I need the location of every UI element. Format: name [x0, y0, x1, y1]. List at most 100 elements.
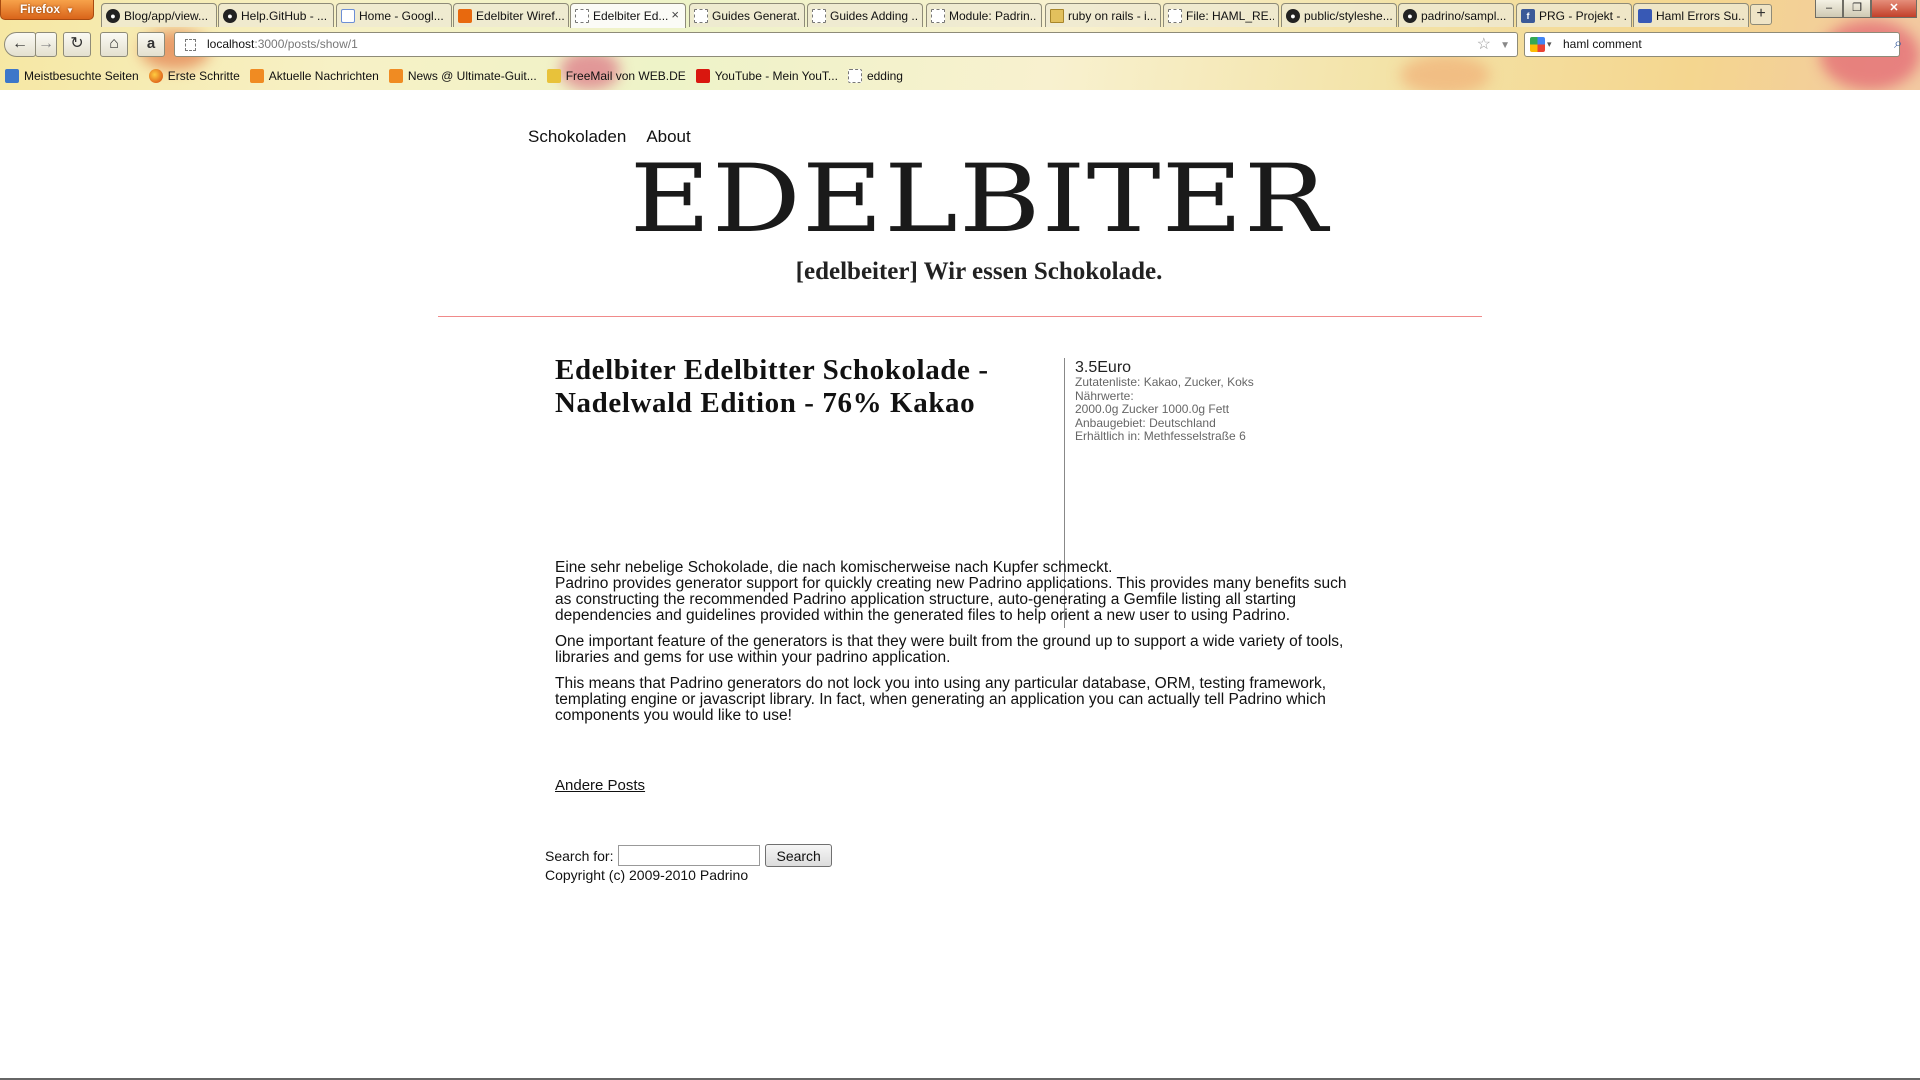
- bookmark-label: Aktuelle Nachrichten: [268, 69, 379, 83]
- copyright: Copyright (c) 2009-2010 Padrino: [545, 867, 749, 883]
- tab-active[interactable]: Edelbiter Ed... ×: [570, 3, 686, 28]
- tab[interactable]: File: HAML_RE...: [1163, 3, 1279, 27]
- github-icon: ●: [106, 8, 120, 23]
- forward-button[interactable]: →: [35, 32, 57, 57]
- page-identity-icon: [185, 39, 196, 51]
- back-arrow-icon: ←: [12, 35, 28, 52]
- haml-icon: [1638, 8, 1652, 23]
- tab[interactable]: ● Blog/app/view...: [101, 3, 217, 27]
- google-icon[interactable]: [1530, 37, 1545, 52]
- navigation-toolbar: ← → ↻ ⌂ a localhost:3000/posts/show/1 ☆ …: [0, 28, 1920, 62]
- facebook-icon: f: [1521, 8, 1535, 23]
- amazon-button[interactable]: a: [137, 32, 165, 57]
- tab[interactable]: ● Help.GitHub - ...: [218, 3, 334, 27]
- tab[interactable]: Home - Googl...: [336, 3, 452, 27]
- tab-label: Help.GitHub - ...: [241, 8, 328, 23]
- home-button[interactable]: ⌂: [100, 32, 128, 57]
- site-search-form: Search for: Search: [545, 844, 832, 867]
- window-close-button[interactable]: ✕: [1871, 0, 1917, 18]
- post-origin: Anbaugebiet: Deutschland: [1075, 415, 1216, 430]
- bookmarks-toolbar: Meistbesuchte Seiten Erste Schritte Aktu…: [0, 62, 1920, 90]
- tab-label: Module: Padrin...: [949, 8, 1037, 23]
- post-title: Edelbiter Edelbitter Schokolade - Nadelw…: [555, 354, 989, 419]
- chevron-down-icon[interactable]: ▾: [1547, 33, 1552, 56]
- nav-link-about[interactable]: About: [646, 127, 690, 146]
- github-icon: ●: [1403, 8, 1417, 23]
- close-icon[interactable]: ×: [671, 7, 679, 22]
- tab[interactable]: Module: Padrin...: [926, 3, 1042, 27]
- tab-label: PRG - Projekt - ...: [1539, 8, 1627, 23]
- tab-label: Haml Errors Su...: [1656, 8, 1744, 23]
- tab[interactable]: Guides Generat...: [689, 3, 805, 27]
- back-button[interactable]: ←: [4, 32, 36, 57]
- orange-page-icon: [458, 8, 472, 23]
- firefox-menu-label: Firefox: [20, 2, 61, 16]
- post-paragraph: One important feature of the generators …: [555, 633, 1344, 666]
- reload-icon: ↻: [70, 35, 84, 52]
- bookmark-item[interactable]: FreeMail von WEB.DE: [546, 69, 686, 83]
- nav-link-schokoladen[interactable]: Schokoladen: [528, 127, 626, 146]
- bookmark-star-icon[interactable]: ☆: [1477, 33, 1491, 56]
- post-body: Eine sehr nebelige Schokolade, die nach …: [555, 560, 1355, 734]
- chevron-down-icon[interactable]: ▼: [1500, 34, 1510, 57]
- bookmark-item[interactable]: Meistbesuchte Seiten: [5, 69, 139, 83]
- new-tab-button[interactable]: +: [1750, 4, 1772, 25]
- maximize-button[interactable]: ❐: [1843, 0, 1871, 18]
- blank-page-icon: [1168, 8, 1182, 23]
- page-content: Schokoladen About EDELBITER [edelbeiter] …: [0, 90, 1920, 1080]
- bookmark-label: Meistbesuchte Seiten: [24, 69, 139, 83]
- url-path: :3000/posts/show/1: [254, 37, 358, 51]
- folder-icon: [1050, 8, 1064, 23]
- tab-label: ruby on rails - i...: [1068, 8, 1156, 23]
- tab-label: public/styleshe...: [1304, 8, 1392, 23]
- blank-page-icon: [694, 8, 708, 23]
- tab[interactable]: Edelbiter Wiref...: [453, 3, 569, 27]
- post-paragraph: This means that Padrino generators do no…: [555, 675, 1327, 724]
- tab[interactable]: Guides Adding ...: [807, 3, 923, 27]
- search-input[interactable]: [618, 845, 761, 866]
- magnifier-icon[interactable]: ⌕: [1894, 35, 1902, 52]
- home-icon: ⌂: [109, 35, 119, 52]
- post-ingredients: Zutatenliste: Kakao, Zucker, Koks: [1075, 375, 1254, 389]
- firefox-menu-button[interactable]: Firefox ▼: [0, 0, 94, 20]
- url-bar[interactable]: localhost:3000/posts/show/1 ☆ ▼: [174, 32, 1518, 57]
- blank-page-icon: [575, 9, 589, 23]
- site-tagline: [edelbeiter] Wir essen Schokolade.: [795, 258, 1163, 285]
- bookmark-item[interactable]: News @ Ultimate-Guit...: [388, 69, 537, 83]
- bookmark-item[interactable]: Erste Schritte: [148, 69, 240, 83]
- bookmark-label: News @ Ultimate-Guit...: [407, 69, 537, 83]
- minimize-button[interactable]: –: [1815, 0, 1843, 18]
- tab[interactable]: ruby on rails - i...: [1045, 3, 1161, 27]
- bookmark-folder-icon: [5, 69, 19, 83]
- post-nutrition-values: 2000.0g Zucker 1000.0g Fett: [1075, 402, 1230, 416]
- chevron-down-icon: ▼: [66, 6, 74, 15]
- amazon-icon: a: [146, 35, 156, 52]
- tab[interactable]: ● padrino/sampl...: [1398, 3, 1514, 27]
- tab[interactable]: ● public/styleshe...: [1281, 3, 1397, 27]
- search-query: haml comment: [1563, 37, 1642, 51]
- tab-label: Guides Generat...: [712, 8, 800, 23]
- bookmark-item[interactable]: edding: [847, 69, 903, 83]
- blank-page-icon: [812, 8, 826, 23]
- header-divider: [438, 316, 1482, 317]
- firefox-icon: [148, 69, 163, 83]
- github-icon: ●: [223, 8, 237, 23]
- tab-label: File: HAML_RE...: [1186, 8, 1274, 23]
- blank-page-icon: [931, 8, 945, 23]
- bookmark-item[interactable]: Aktuelle Nachrichten: [249, 69, 379, 83]
- browser-chrome: Firefox ▼ ● Blog/app/view... ● Help.GitHub …: [0, 0, 1920, 90]
- tab[interactable]: f PRG - Projekt - ...: [1516, 3, 1632, 27]
- other-posts-link[interactable]: Andere Posts: [555, 777, 645, 794]
- post-paragraph: Eine sehr nebelige Schokolade, die nach …: [555, 559, 1113, 576]
- tab-label: Blog/app/view...: [124, 8, 209, 23]
- search-bar[interactable]: ▾ haml comment: [1524, 32, 1900, 57]
- url-host: localhost: [207, 37, 255, 51]
- tab[interactable]: Haml Errors Su...: [1633, 3, 1749, 27]
- youtube-icon: [695, 69, 710, 83]
- post-meta: 3.5Euro Zutatenliste: Kakao, Zucker, Kok…: [1075, 359, 1254, 444]
- bookmark-item[interactable]: YouTube - Mein YouT...: [695, 69, 838, 83]
- search-button[interactable]: Search: [765, 844, 832, 867]
- tab-bar: Firefox ▼ ● Blog/app/view... ● Help.GitHub …: [0, 0, 1920, 28]
- reload-button[interactable]: ↻: [63, 32, 91, 57]
- post-paragraph: Padrino provides generator support for q…: [555, 575, 1347, 624]
